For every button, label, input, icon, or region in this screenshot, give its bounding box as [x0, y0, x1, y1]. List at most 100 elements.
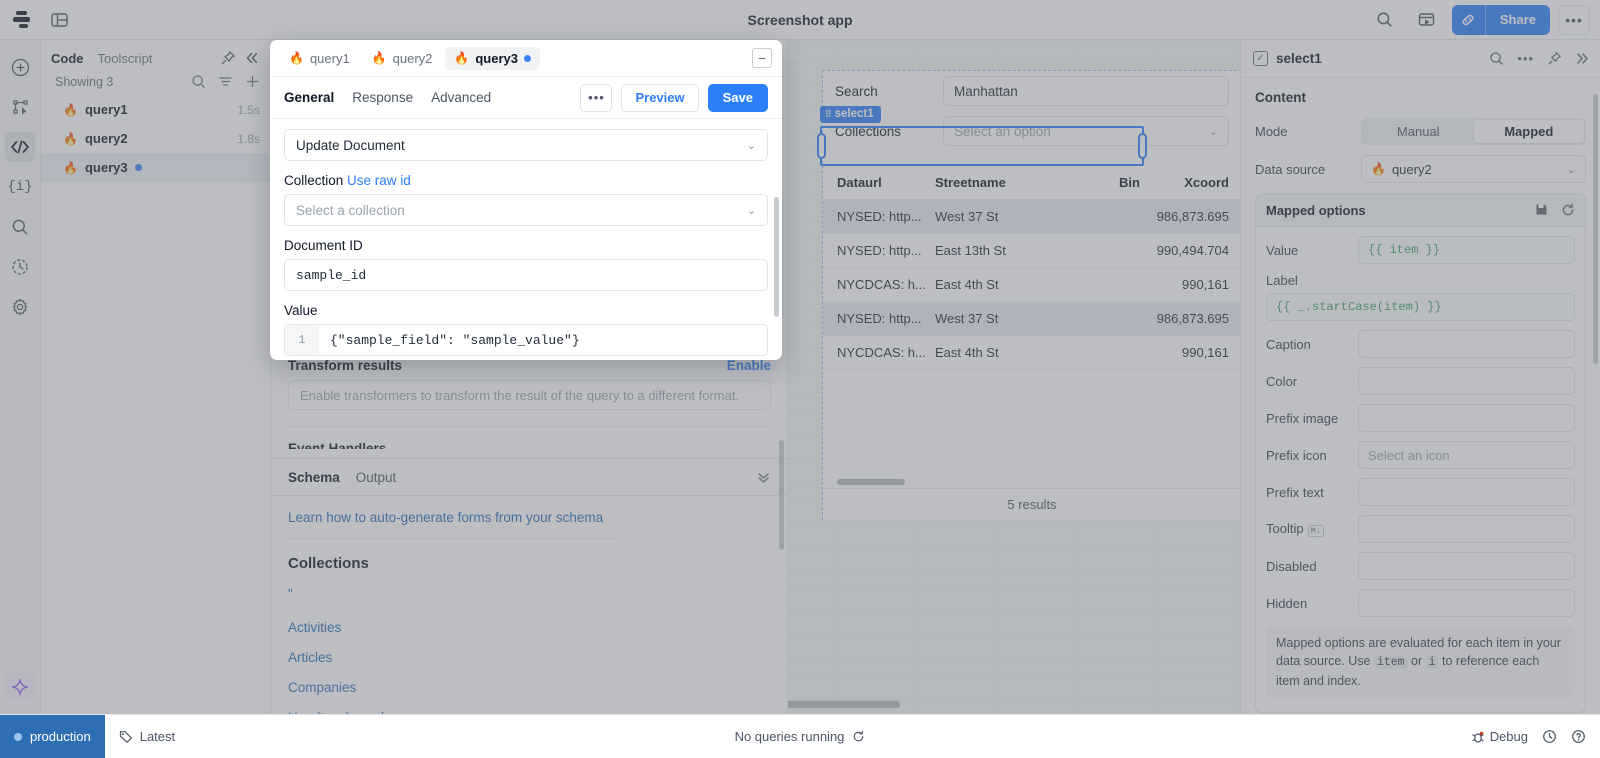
link-icon[interactable]: [1451, 4, 1486, 35]
column-header-bin[interactable]: Bin: [1065, 175, 1140, 190]
query-list-item[interactable]: 🔥 query3: [41, 153, 270, 182]
release-selector[interactable]: Latest: [105, 729, 189, 744]
search-icon[interactable]: [191, 74, 206, 89]
minimize-icon[interactable]: −: [752, 48, 772, 68]
preview-window-icon[interactable]: [1410, 5, 1444, 35]
collection-item[interactable]: Articles: [288, 650, 771, 665]
subtab-response[interactable]: Response: [352, 90, 413, 105]
refresh-icon[interactable]: [1561, 203, 1575, 217]
table-row[interactable]: NYSED: http... East 13th St 990,494.704: [823, 234, 1240, 268]
preview-button[interactable]: Preview: [621, 83, 699, 112]
mode-option-manual[interactable]: Manual: [1363, 120, 1474, 143]
save-disk-icon[interactable]: [1535, 203, 1548, 217]
modal-more-button[interactable]: •••: [580, 83, 613, 112]
tab-output[interactable]: Output: [356, 470, 397, 485]
help-circle-icon[interactable]: [1571, 729, 1586, 744]
field-prefix-image-input[interactable]: [1358, 404, 1575, 432]
panel-layout-icon[interactable]: [42, 5, 76, 35]
column-header-xcoord[interactable]: Xcoord: [1140, 175, 1240, 190]
modal-tab-query2[interactable]: 🔥 query2: [363, 47, 442, 70]
ai-sparkle-icon[interactable]: [5, 672, 35, 702]
table-row[interactable]: NYSED: http... West 37 St 986,873.695: [823, 302, 1240, 336]
query-list-item[interactable]: 🔥 query1 1.5s: [41, 95, 270, 124]
transform-enable-link[interactable]: Enable: [727, 358, 771, 373]
add-circle-icon[interactable]: [5, 52, 35, 82]
save-button[interactable]: Save: [707, 83, 768, 112]
search-icon[interactable]: [1368, 5, 1402, 35]
drag-dots-icon[interactable]: ⠿: [825, 109, 832, 120]
more-dots-icon[interactable]: •••: [1517, 51, 1534, 66]
query-list-item[interactable]: 🔥 query2 1.8s: [41, 124, 270, 153]
filter-icon[interactable]: [218, 74, 233, 89]
field-value-code: {{ item }}: [1368, 243, 1441, 257]
tab-code[interactable]: Code: [51, 51, 84, 66]
field-color-input[interactable]: [1358, 367, 1575, 395]
tab-schema[interactable]: Schema: [288, 470, 340, 485]
components-icon[interactable]: [5, 92, 35, 122]
pin-icon[interactable]: [1547, 51, 1562, 66]
cell-dataurl: NYCDCAS: h...: [837, 277, 926, 292]
query-editor-scrollbar[interactable]: [779, 440, 784, 550]
retool-logo-icon[interactable]: [6, 5, 40, 35]
table-horizontal-scrollbar[interactable]: [823, 476, 1240, 488]
collection-item[interactable]: Companies: [288, 680, 771, 695]
transform-placeholder[interactable]: Enable transformers to transform the res…: [288, 380, 771, 410]
chevron-double-left-icon[interactable]: [244, 50, 260, 66]
schema-help-link[interactable]: Learn how to auto-generate forms from yo…: [288, 510, 771, 525]
tab-toolscript[interactable]: Toolscript: [98, 51, 153, 66]
field-hidden-input[interactable]: [1358, 589, 1575, 617]
modal-tab-query3[interactable]: 🔥 query3: [445, 46, 540, 70]
pin-icon[interactable]: [220, 50, 236, 66]
table-row[interactable]: NYSED: http... West 37 St 986,873.695: [823, 200, 1240, 234]
search-icon[interactable]: [5, 212, 35, 242]
chevron-double-right-icon[interactable]: [1575, 51, 1590, 66]
field-caption-input[interactable]: [1358, 330, 1575, 358]
resize-handle-left[interactable]: [817, 133, 826, 159]
mode-option-mapped[interactable]: Mapped: [1473, 119, 1584, 143]
search-input[interactable]: Manhattan: [943, 76, 1229, 106]
history-clock-icon[interactable]: [5, 252, 35, 282]
value-code-editor[interactable]: 1 {"sample_field": "sample_value"}: [284, 324, 768, 356]
field-label-input[interactable]: {{ _.startCase(item) }}: [1266, 293, 1575, 321]
field-color-label: Color: [1266, 373, 1298, 389]
field-prefix-text-input[interactable]: [1358, 478, 1575, 506]
subtab-general[interactable]: General: [284, 90, 334, 105]
mapped-options-note: Mapped options are evaluated for each it…: [1266, 626, 1575, 698]
chevron-double-down-icon[interactable]: [756, 470, 771, 485]
environment-badge[interactable]: production: [0, 714, 105, 758]
search-icon[interactable]: [1489, 51, 1504, 66]
field-value-input[interactable]: {{ item }}: [1358, 236, 1575, 264]
inspector-scrollbar[interactable]: [1593, 94, 1598, 364]
selected-widget-badge[interactable]: ⠿ select1: [820, 106, 881, 123]
data-source-select[interactable]: 🔥 query2 ⌄: [1361, 155, 1586, 183]
action-type-select[interactable]: Update Document ⌄: [284, 129, 768, 161]
field-prefix-icon-input[interactable]: Select an icon: [1358, 441, 1575, 469]
table-row[interactable]: NYCDCAS: h... East 4th St 990,161: [823, 268, 1240, 302]
top-bar-more-button[interactable]: •••: [1558, 4, 1590, 35]
field-disabled-input[interactable]: [1358, 552, 1575, 580]
table-row[interactable]: NYCDCAS: h... East 4th St 990,161: [823, 336, 1240, 370]
field-label-label: Label: [1266, 273, 1298, 288]
collection-select[interactable]: Select a collection ⌄: [284, 194, 768, 226]
cell-dataurl: NYSED: http...: [837, 209, 922, 224]
collection-item[interactable]: Activities: [288, 620, 771, 635]
use-raw-id-link[interactable]: Use raw id: [347, 173, 411, 188]
share-button[interactable]: Share: [1485, 4, 1550, 35]
field-tooltip-input[interactable]: [1358, 515, 1575, 543]
settings-gear-icon[interactable]: [5, 292, 35, 322]
history-clock-icon[interactable]: [1542, 729, 1557, 744]
column-header-streetname[interactable]: Streetname: [935, 175, 1065, 190]
document-id-input[interactable]: sample_id: [284, 259, 768, 291]
subtab-advanced[interactable]: Advanced: [431, 90, 491, 105]
resize-handle-right[interactable]: [1138, 133, 1147, 159]
state-braces-icon[interactable]: {i}: [5, 172, 35, 202]
plus-icon[interactable]: [245, 74, 260, 89]
selected-widget-outline[interactable]: ⠿ select1: [817, 106, 1147, 166]
modal-tab-query1[interactable]: 🔥 query1: [280, 47, 359, 70]
column-header-dataurl[interactable]: Dataurl: [823, 175, 935, 190]
inspector-panel: ✓ select1 ••• Content Mode Manual Mapped…: [1240, 40, 1600, 714]
field-color-row: Color: [1266, 367, 1575, 395]
debug-button[interactable]: Debug: [1471, 729, 1528, 744]
modal-scrollbar[interactable]: [774, 197, 779, 317]
code-icon[interactable]: [5, 132, 35, 162]
